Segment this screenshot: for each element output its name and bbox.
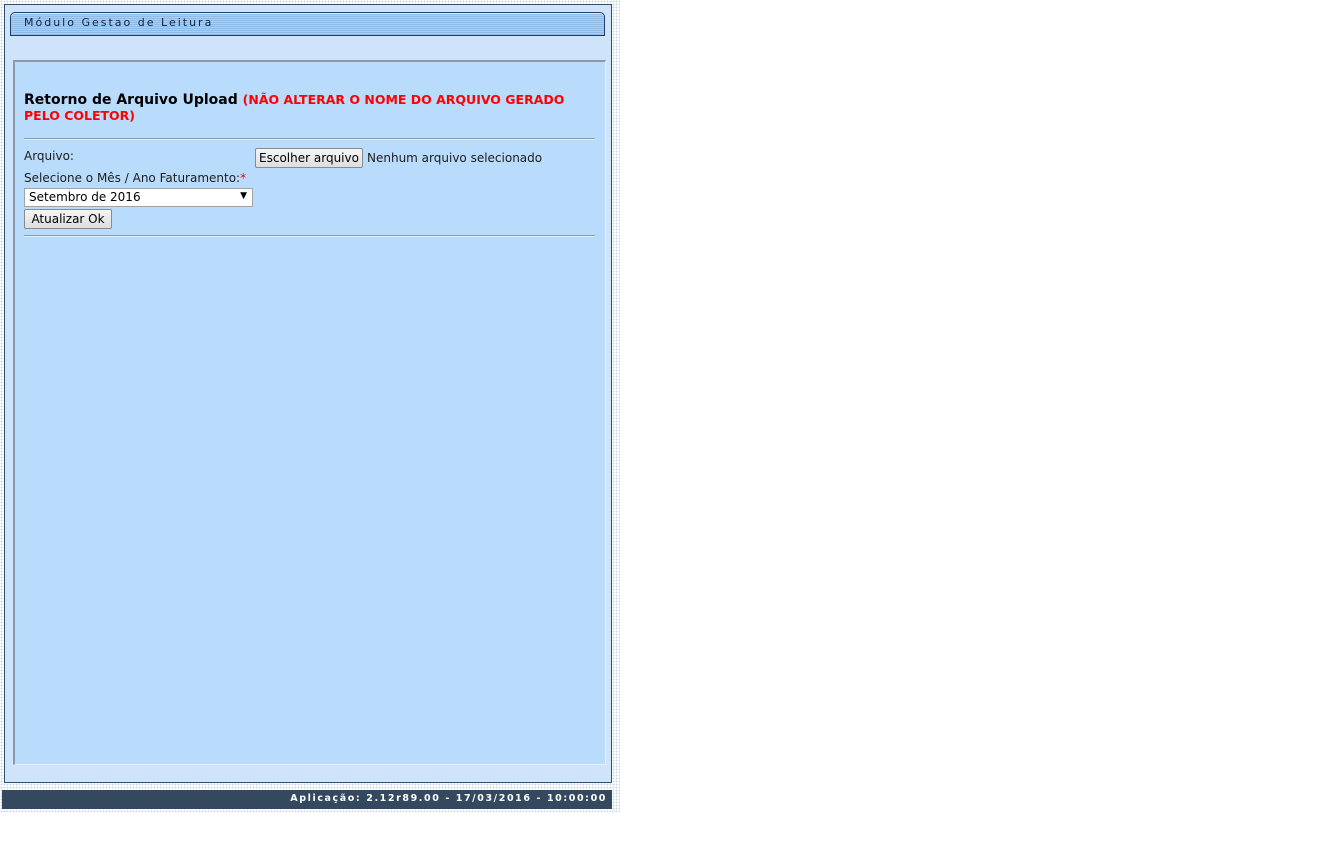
- divider-top: [24, 138, 595, 140]
- module-header: Módulo Gestao de Leitura: [10, 12, 605, 36]
- chevron-down-icon: ▼: [240, 191, 247, 201]
- app-version-info: Aplicação: 2.12r89.00 - 17/03/2016 - 10:…: [290, 793, 607, 804]
- period-label-text: Selecione o Mês / Ano Faturamento:: [24, 171, 241, 185]
- billing-period-select[interactable]: Setembro de 2016 ▼: [24, 188, 253, 207]
- main-frame: Módulo Gestao de Leitura Retorno de Arqu…: [4, 4, 612, 783]
- page-heading: Retorno de Arquivo Upload (NÃO ALTERAR O…: [24, 92, 596, 124]
- module-title: Módulo Gestao de Leitura: [24, 16, 214, 29]
- footer-bar: Aplicação: 2.12r89.00 - 17/03/2016 - 10:…: [2, 790, 612, 809]
- page-title: Retorno de Arquivo Upload: [24, 92, 238, 108]
- divider-bottom: [24, 235, 595, 237]
- billing-period-value: Setembro de 2016: [29, 190, 141, 204]
- file-status-text: Nenhum arquivo selecionado: [367, 151, 543, 165]
- file-label: Arquivo:: [24, 149, 74, 163]
- content-panel: Retorno de Arquivo Upload (NÃO ALTERAR O…: [13, 60, 606, 765]
- required-marker: *: [240, 171, 247, 185]
- period-label: Selecione o Mês / Ano Faturamento:*: [24, 171, 246, 185]
- choose-file-button[interactable]: Escolher arquivo: [255, 148, 363, 168]
- update-ok-button[interactable]: Atualizar Ok: [24, 209, 112, 229]
